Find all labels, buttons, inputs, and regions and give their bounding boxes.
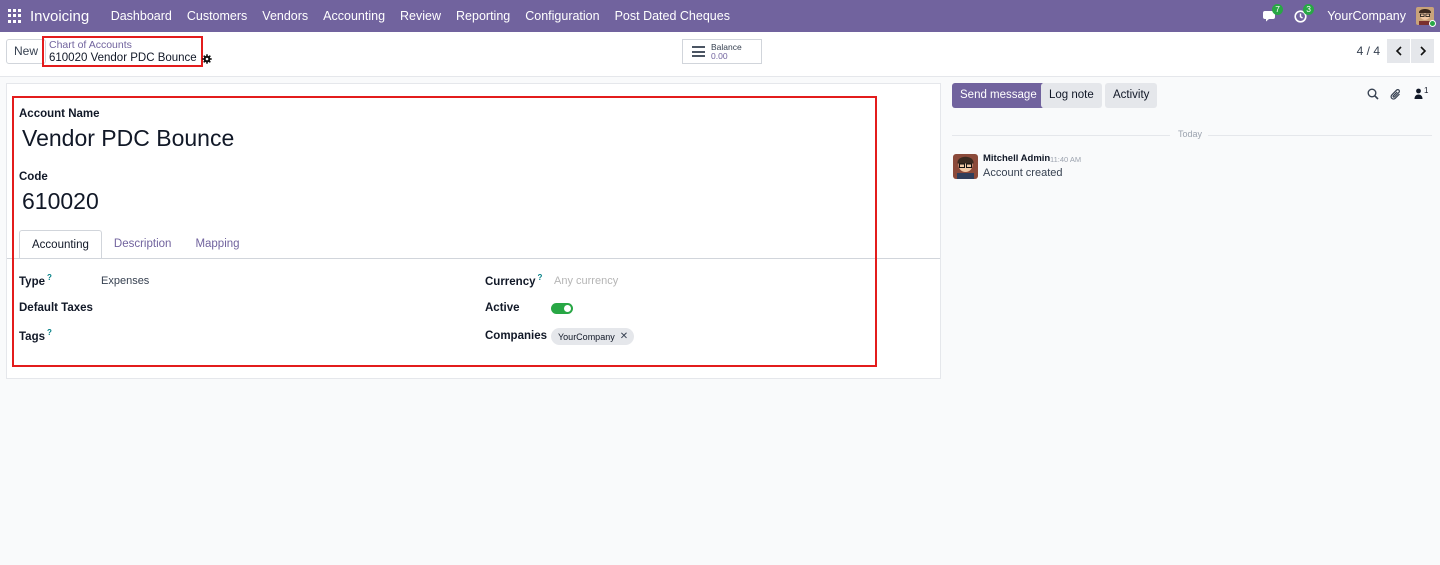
active-toggle[interactable] — [551, 303, 573, 314]
menu-item-review[interactable]: Review — [393, 9, 449, 23]
chevron-right-icon — [1419, 46, 1426, 56]
breadcrumb-chart-of-accounts[interactable]: Chart of Accounts — [49, 40, 196, 51]
menu-item-configuration[interactable]: Configuration — [518, 9, 607, 23]
top-navbar: Invoicing Dashboard Customers Vendors Ac… — [0, 0, 1440, 32]
tags-help-icon[interactable]: ? — [47, 328, 52, 337]
date-separator-label: Today — [1178, 129, 1203, 139]
followers-button[interactable]: 1 — [1414, 86, 1429, 99]
avatar[interactable] — [953, 154, 978, 179]
messages-count-badge: 7 — [1272, 4, 1283, 15]
menu-item-dashboard[interactable]: Dashboard — [103, 9, 179, 23]
followers-count: 1 — [1424, 86, 1429, 95]
company-switcher[interactable]: YourCompany — [1327, 9, 1406, 23]
main-menu: Dashboard Customers Vendors Accounting R… — [103, 9, 737, 23]
type-field[interactable]: Expenses — [101, 275, 149, 287]
company-tag-label: YourCompany — [558, 331, 615, 342]
breadcrumb-current-record: 610020 Vendor PDC Bounce — [49, 51, 212, 66]
pager-next-button[interactable] — [1411, 39, 1434, 63]
menu-item-vendors[interactable]: Vendors — [255, 9, 316, 23]
navbar-systray: 7 3 YourCompany — [1263, 0, 1440, 32]
tags-label: Tags? — [19, 328, 52, 343]
paperclip-icon[interactable] — [1390, 88, 1402, 101]
currency-field[interactable]: Any currency — [554, 275, 618, 287]
company-tag: YourCompany ✕ — [551, 328, 635, 345]
currency-label: Currency? — [485, 273, 543, 288]
list-icon — [692, 44, 705, 60]
close-icon[interactable]: ✕ — [620, 331, 628, 342]
pager: 4 / 4 — [1357, 39, 1434, 63]
active-label: Active — [485, 302, 520, 314]
send-message-button[interactable]: Send message — [952, 83, 1045, 108]
messages-button[interactable]: 7 — [1263, 0, 1283, 32]
apps-menu-icon[interactable] — [8, 9, 22, 23]
activities-button[interactable]: 3 — [1294, 0, 1314, 32]
tab-accounting[interactable]: Accounting — [19, 230, 102, 259]
account-name-field[interactable]: Vendor PDC Bounce — [22, 125, 234, 152]
date-separator: Today — [952, 129, 1432, 141]
user-icon — [1414, 88, 1423, 99]
user-avatar[interactable] — [1416, 7, 1436, 27]
menu-item-post-dated-cheques[interactable]: Post Dated Cheques — [607, 9, 737, 23]
default-taxes-label: Default Taxes — [19, 302, 93, 314]
activity-button[interactable]: Activity — [1105, 83, 1158, 108]
app-name[interactable]: Invoicing — [30, 8, 89, 25]
online-status-dot — [1429, 20, 1436, 27]
code-label: Code — [19, 171, 48, 183]
code-field[interactable]: 610020 — [22, 188, 99, 215]
gear-icon[interactable] — [202, 53, 212, 64]
chevron-left-icon — [1395, 46, 1402, 56]
currency-help-icon[interactable]: ? — [538, 273, 543, 282]
pager-value[interactable]: 4 / 4 — [1357, 44, 1380, 58]
type-help-icon[interactable]: ? — [47, 273, 52, 282]
pager-previous-button[interactable] — [1387, 39, 1410, 63]
balance-smart-button[interactable]: Balance 0.00 — [682, 39, 762, 64]
menu-item-accounting[interactable]: Accounting — [316, 9, 393, 23]
balance-value: 0.00 — [711, 50, 728, 61]
tab-mapping[interactable]: Mapping — [183, 230, 251, 259]
message-time: 11:40 AM — [1050, 155, 1082, 164]
tab-divider — [7, 258, 940, 259]
message-author[interactable]: Mitchell Admin — [983, 153, 1050, 164]
new-button[interactable]: New — [6, 39, 47, 64]
activities-count-badge: 3 — [1303, 4, 1314, 15]
menu-item-customers[interactable]: Customers — [179, 9, 254, 23]
account-name-label: Account Name — [19, 108, 100, 120]
tab-description[interactable]: Description — [102, 230, 184, 259]
menu-item-reporting[interactable]: Reporting — [449, 9, 518, 23]
message-body: Account created — [983, 167, 1063, 179]
search-icon[interactable] — [1367, 88, 1379, 100]
companies-label: Companies — [485, 330, 547, 342]
breadcrumb: Chart of Accounts 610020 Vendor PDC Boun… — [42, 36, 212, 67]
form-tabs: Accounting Description Mapping — [19, 230, 252, 259]
record-display-name: 610020 Vendor PDC Bounce — [49, 52, 197, 64]
log-note-button[interactable]: Log note — [1041, 83, 1102, 108]
control-panel: New Chart of Accounts 610020 Vendor PDC … — [0, 32, 1440, 77]
type-label: Type? — [19, 273, 52, 288]
